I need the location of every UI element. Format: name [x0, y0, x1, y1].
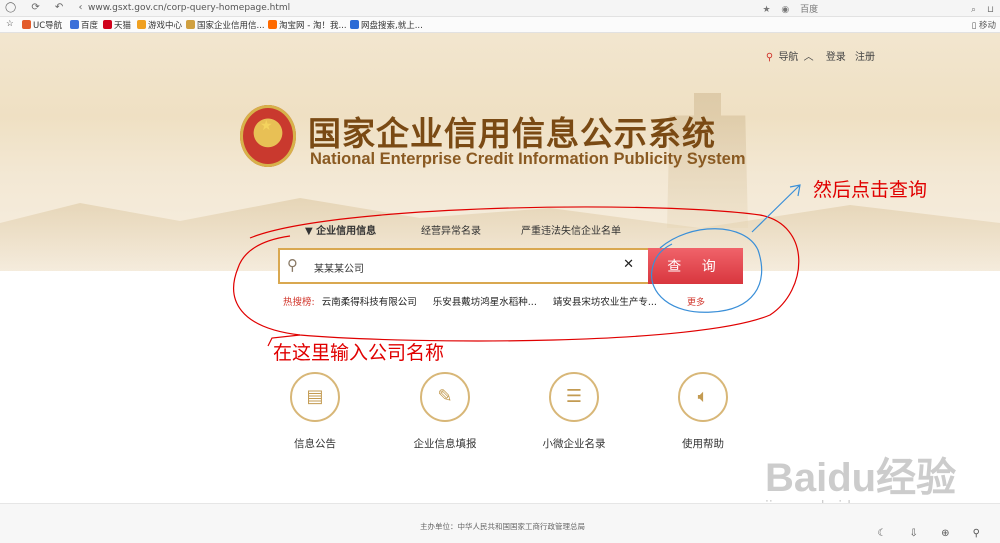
hot-search-label: 热搜榜:: [283, 297, 315, 308]
browser-right-tools: ★ ◉ 百度 ⌕ ⊔: [754, 2, 994, 15]
service-report[interactable]: ✎ 企业信息填报: [385, 372, 505, 451]
tab-abnormal-list[interactable]: 经营异常名录: [421, 222, 481, 237]
speaker-icon[interactable]: 🔈︎: [678, 372, 728, 422]
hot-search-item[interactable]: 乐安县戴坊鸿星水稻种...: [433, 297, 537, 308]
tab-enterprise-credit[interactable]: ▼ 企业信用信息: [305, 222, 376, 237]
document-icon[interactable]: ▤: [290, 372, 340, 422]
bookmark-pan[interactable]: 网盘搜索,就上...: [350, 19, 423, 31]
service-label[interactable]: 信息公告: [255, 436, 375, 451]
search-engine-icon[interactable]: ◉: [781, 5, 789, 15]
bookmark-star-icon[interactable]: ☆: [6, 19, 14, 29]
annotation-click-query: 然后点击查询: [813, 179, 928, 201]
hot-search-item[interactable]: 云南柔得科技有限公司: [322, 297, 417, 308]
status-bar-icons[interactable]: ☾ ⇩ ⊕ ⚲: [877, 528, 990, 539]
search-engine-label[interactable]: 百度: [800, 5, 818, 15]
search-icon: ⚲: [287, 256, 298, 274]
hot-search-list: 热搜榜: 云南柔得科技有限公司 乐安县戴坊鸿星水稻种... 靖安县宋坊农业生产专…: [283, 294, 670, 308]
pen-icon[interactable]: ✎: [420, 372, 470, 422]
service-small-enterprise[interactable]: ☰ 小微企业名录: [514, 372, 634, 451]
hot-search-item[interactable]: 靖安县宋坊农业生产专...: [553, 297, 657, 308]
footer-sponsor: 主办单位：中华人民共和国国家工商行政管理总局: [420, 522, 585, 531]
bookmark-baidu[interactable]: 百度: [70, 19, 98, 31]
hero-banner: ⚲ 导航 ︿ 登录 注册 ★ 国家企业信用信息公示系统 National Ent…: [0, 33, 1000, 271]
service-label[interactable]: 使用帮助: [643, 436, 763, 451]
cart-icon[interactable]: ⊔: [987, 5, 994, 15]
chevron-up-icon[interactable]: ︿: [804, 52, 814, 63]
bookmark-games[interactable]: 游戏中心: [137, 19, 182, 31]
login-link[interactable]: 登录: [826, 52, 846, 63]
watermark-brand: Baidu经验: [765, 456, 957, 500]
service-help[interactable]: 🔈︎ 使用帮助: [643, 372, 763, 451]
service-label[interactable]: 小微企业名录: [514, 436, 634, 451]
browser-toolbar: ◯ ⟳ ↶ ‹ www.gsxt.gov.cn/corp-query-homep…: [0, 0, 1000, 17]
company-search-input[interactable]: [312, 257, 616, 277]
clear-icon[interactable]: ✕: [623, 257, 634, 272]
bookmarks-bar: ☆ UC导航 百度 天猫 游戏中心 国家企业信用信... 淘宝网 - 淘！我..…: [0, 17, 1000, 33]
bookmark-tmall[interactable]: 天猫: [103, 19, 131, 31]
location-pin-icon: ⚲: [765, 52, 774, 63]
annotation-enter-company: 在这里输入公司名称: [273, 342, 445, 364]
service-announcement[interactable]: ▤ 信息公告: [255, 372, 375, 451]
query-button[interactable]: 查 询: [648, 248, 743, 284]
national-emblem-icon: ★: [240, 105, 296, 167]
bookmark-taobao[interactable]: 淘宝网 - 淘！我...: [268, 19, 347, 31]
site-title-en: National Enterprise Credit Information P…: [310, 150, 746, 168]
list-icon[interactable]: ☰: [549, 372, 599, 422]
mobile-label[interactable]: ▯ 移动: [972, 19, 996, 31]
bookmark-gsxt[interactable]: 国家企业信用信...: [186, 19, 265, 31]
register-link[interactable]: 注册: [855, 52, 875, 63]
star-icon[interactable]: ★: [762, 5, 770, 15]
top-links: ⚲ 导航 ︿ 登录 注册: [766, 48, 875, 63]
browser-nav-icons[interactable]: ◯ ⟳ ↶ ‹: [5, 2, 88, 13]
site-title-cn: 国家企业信用信息公示系统: [308, 114, 716, 153]
bookmark-uc[interactable]: UC导航: [22, 19, 62, 31]
nav-link[interactable]: 导航: [778, 52, 798, 63]
service-label[interactable]: 企业信息填报: [385, 436, 505, 451]
footer: 主办单位：中华人民共和国国家工商行政管理总局 ☾ ⇩ ⊕ ⚲: [0, 503, 1000, 543]
tab-serious-violation[interactable]: 严重违法失信企业名单: [521, 222, 621, 237]
address-bar[interactable]: www.gsxt.gov.cn/corp-query-homepage.html: [88, 3, 290, 13]
more-link[interactable]: 更多: [687, 295, 705, 308]
search-icon[interactable]: ⌕: [971, 5, 976, 15]
search-box: ⚲ ✕: [278, 248, 648, 284]
